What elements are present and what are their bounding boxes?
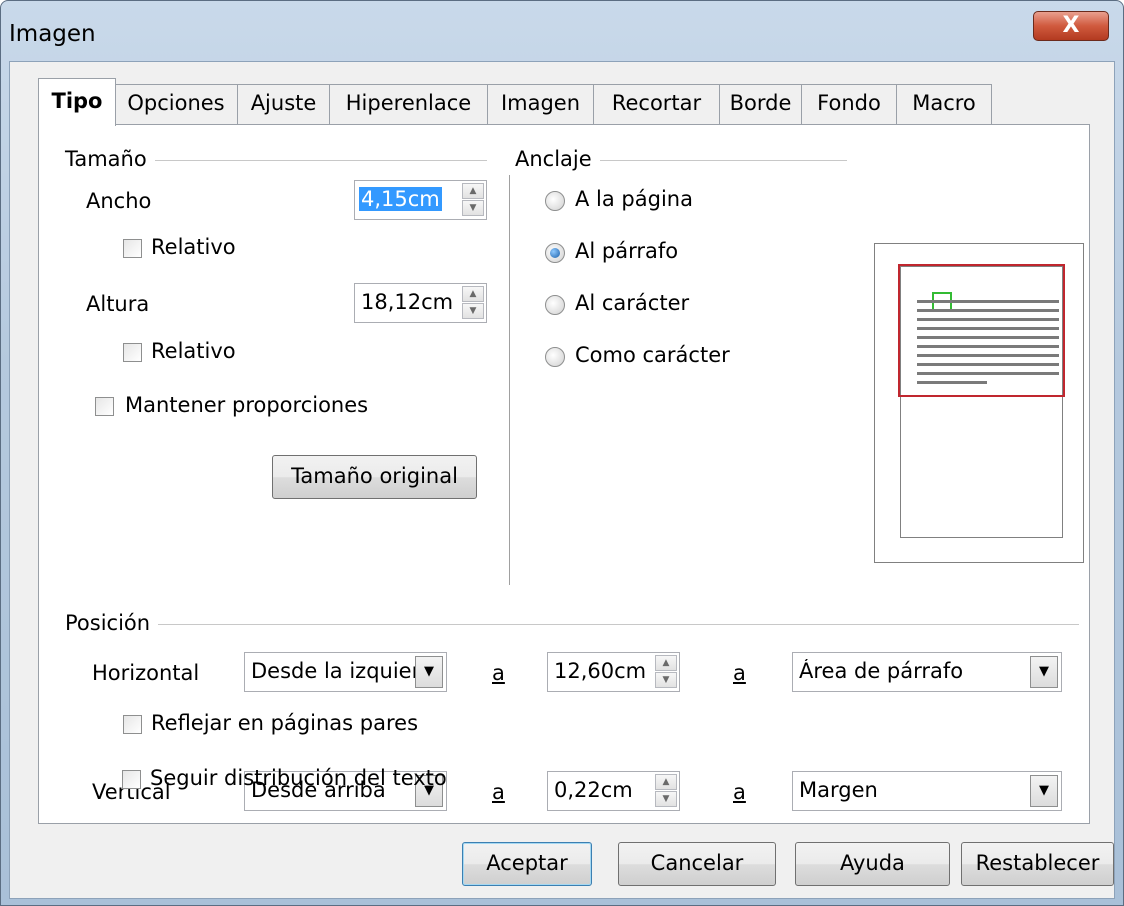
- anchor-character-label: Al carácter: [575, 291, 690, 315]
- spin-down-icon[interactable]: ▼: [462, 200, 484, 216]
- height-relative-label: Relativo: [151, 339, 236, 363]
- tab-hiperenlace[interactable]: Hiperenlace: [329, 84, 488, 124]
- tab-macro[interactable]: Macro: [896, 84, 992, 124]
- height-field[interactable]: 18,12cm ▲ ▼: [354, 283, 487, 323]
- tab-borde[interactable]: Borde: [719, 84, 802, 124]
- spin-down-icon[interactable]: ▼: [655, 672, 677, 688]
- anchor-group-title: Anclaje: [515, 147, 600, 171]
- anchor-page-label: A la página: [575, 187, 693, 211]
- spin-up-icon[interactable]: ▲: [462, 183, 484, 199]
- mirror-checkbox[interactable]: [123, 715, 142, 734]
- anchor-paragraph-label: Al párrafo: [575, 239, 679, 263]
- anchor-as-character-label: Como carácter: [575, 343, 730, 367]
- horizontal-value: 12,60cm: [554, 659, 647, 683]
- spin-up-icon[interactable]: ▲: [655, 655, 677, 671]
- spin-down-icon[interactable]: ▼: [655, 791, 677, 807]
- original-size-button[interactable]: Tamaño original: [272, 455, 477, 499]
- dialog-window: Imagen X Tipo Opciones Ajuste Hiperenlac…: [0, 0, 1124, 906]
- height-relative-checkbox[interactable]: [123, 343, 142, 362]
- mirror-label: Reflejar en páginas pares: [151, 711, 419, 735]
- tab-ajuste[interactable]: Ajuste: [237, 84, 330, 124]
- ok-button[interactable]: Aceptar: [462, 842, 592, 886]
- height-label: Altura: [86, 292, 150, 316]
- anchor-character-radio[interactable]: [545, 295, 565, 315]
- tab-imagen[interactable]: Imagen: [487, 84, 594, 124]
- horizontal-spinner[interactable]: ▲ ▼: [655, 655, 677, 689]
- height-spinner[interactable]: ▲ ▼: [462, 286, 484, 320]
- horizontal-to-label-2: a: [733, 661, 746, 685]
- vertical-value-field[interactable]: 0,22cm ▲ ▼: [547, 771, 680, 811]
- position-group-title: Posición: [65, 611, 159, 635]
- horizontal-from-select[interactable]: Desde la izquierda ▼: [244, 652, 447, 692]
- chevron-down-icon[interactable]: ▼: [1030, 775, 1058, 807]
- width-relative-checkbox[interactable]: [123, 239, 142, 258]
- keep-ratio-checkbox[interactable]: [95, 397, 114, 416]
- tab-opciones[interactable]: Opciones: [114, 84, 238, 124]
- vertical-to-value: Margen: [799, 778, 878, 802]
- spin-down-icon[interactable]: ▼: [462, 303, 484, 319]
- horizontal-to-value: Área de párrafo: [799, 659, 964, 683]
- close-button[interactable]: X: [1033, 11, 1109, 41]
- width-value: 4,15cm: [359, 187, 442, 211]
- tab-panel-tipo: Tamaño Ancho 4,15cm ▲ ▼ Relativo Altura …: [38, 124, 1090, 824]
- tab-recortar[interactable]: Recortar: [593, 84, 720, 124]
- anchor-paragraph-radio[interactable]: [545, 243, 565, 263]
- vertical-to-label: a: [492, 780, 505, 804]
- horizontal-to-select[interactable]: Área de párrafo ▼: [792, 652, 1062, 692]
- chevron-down-icon[interactable]: ▼: [415, 656, 443, 688]
- help-button[interactable]: Ayuda: [795, 842, 950, 886]
- vertical-value: 0,22cm: [554, 778, 633, 802]
- follow-flow-label: Seguir distribución del texto: [150, 766, 447, 790]
- anchor-as-character-radio[interactable]: [545, 347, 565, 367]
- height-value: 18,12cm: [361, 290, 454, 314]
- chevron-down-icon[interactable]: ▼: [1030, 656, 1058, 688]
- width-spinner[interactable]: ▲ ▼: [462, 183, 484, 217]
- preview-anchor-area: [898, 264, 1065, 397]
- vertical-to-select[interactable]: Margen ▼: [792, 771, 1062, 811]
- horizontal-value-field[interactable]: 12,60cm ▲ ▼: [547, 652, 680, 692]
- tab-tipo[interactable]: Tipo: [38, 78, 116, 126]
- vertical-spinner[interactable]: ▲ ▼: [655, 774, 677, 808]
- cancel-button[interactable]: Cancelar: [618, 842, 776, 886]
- width-label: Ancho: [86, 189, 152, 213]
- keep-ratio-label: Mantener proporciones: [125, 393, 369, 417]
- anchor-page-radio[interactable]: [545, 191, 565, 211]
- horizontal-from-value: Desde la izquierda: [251, 659, 419, 683]
- width-relative-label: Relativo: [151, 235, 236, 259]
- reset-button[interactable]: Restablecer: [961, 842, 1114, 886]
- horizontal-to-label: a: [492, 661, 505, 685]
- tab-fondo[interactable]: Fondo: [801, 84, 897, 124]
- anchor-preview: [874, 243, 1084, 563]
- spin-up-icon[interactable]: ▲: [655, 774, 677, 790]
- vertical-to-label-2: a: [733, 780, 746, 804]
- close-icon: X: [1062, 13, 1080, 38]
- follow-flow-checkbox[interactable]: [122, 770, 141, 789]
- spin-up-icon[interactable]: ▲: [462, 286, 484, 302]
- group-separator: [509, 175, 510, 585]
- position-group-line: [69, 624, 1079, 625]
- width-field[interactable]: 4,15cm ▲ ▼: [354, 180, 487, 220]
- dialog-client-area: Tipo Opciones Ajuste Hiperenlace Imagen …: [9, 61, 1115, 899]
- window-title: Imagen: [9, 21, 96, 47]
- horizontal-label: Horizontal: [92, 661, 200, 685]
- size-group-title: Tamaño: [65, 147, 155, 171]
